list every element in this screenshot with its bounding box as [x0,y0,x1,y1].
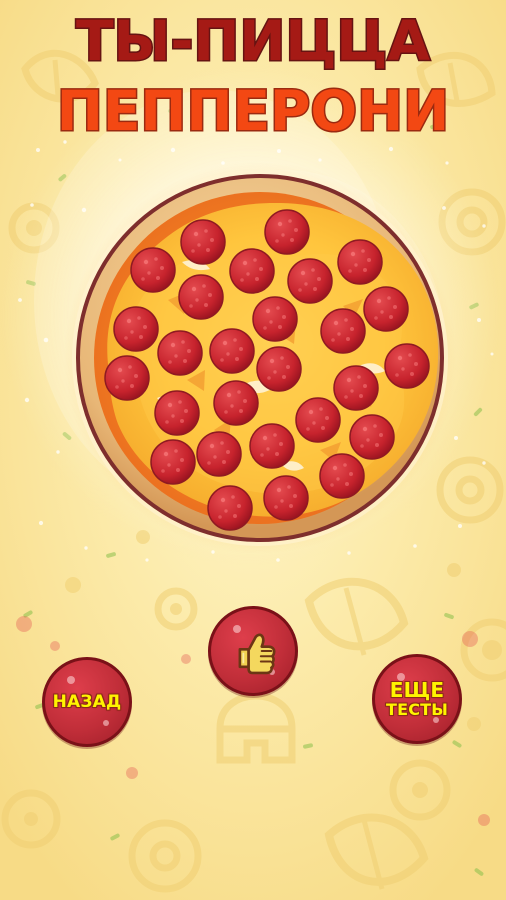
thumbs-up-icon [238,633,276,675]
pizza-result-image [60,158,460,558]
back-button[interactable]: НАЗАД [42,657,132,747]
pepperoni-pizza-icon [64,162,456,554]
back-button-label: НАЗАД [52,691,122,712]
like-button[interactable] [208,606,298,696]
more-tests-button-label: ЕЩЕ ТЕСТЫ [385,677,449,720]
title-line-1: ТЫ-ПИЦЦА [76,9,430,73]
game-screen: ТЫ-ПИЦЦА ПЕППЕРОНИ НАЗАД ЕЩЕ ТЕСТЫ [0,0,506,900]
title-line-2: ПЕППЕРОНИ [57,79,449,143]
more-tests-line-1: ЕЩЕ [389,677,445,702]
title-block: ТЫ-ПИЦЦА ПЕППЕРОНИ [55,8,450,145]
more-tests-button[interactable]: ЕЩЕ ТЕСТЫ [372,654,462,744]
more-tests-line-2: ТЕСТЫ [385,700,449,720]
